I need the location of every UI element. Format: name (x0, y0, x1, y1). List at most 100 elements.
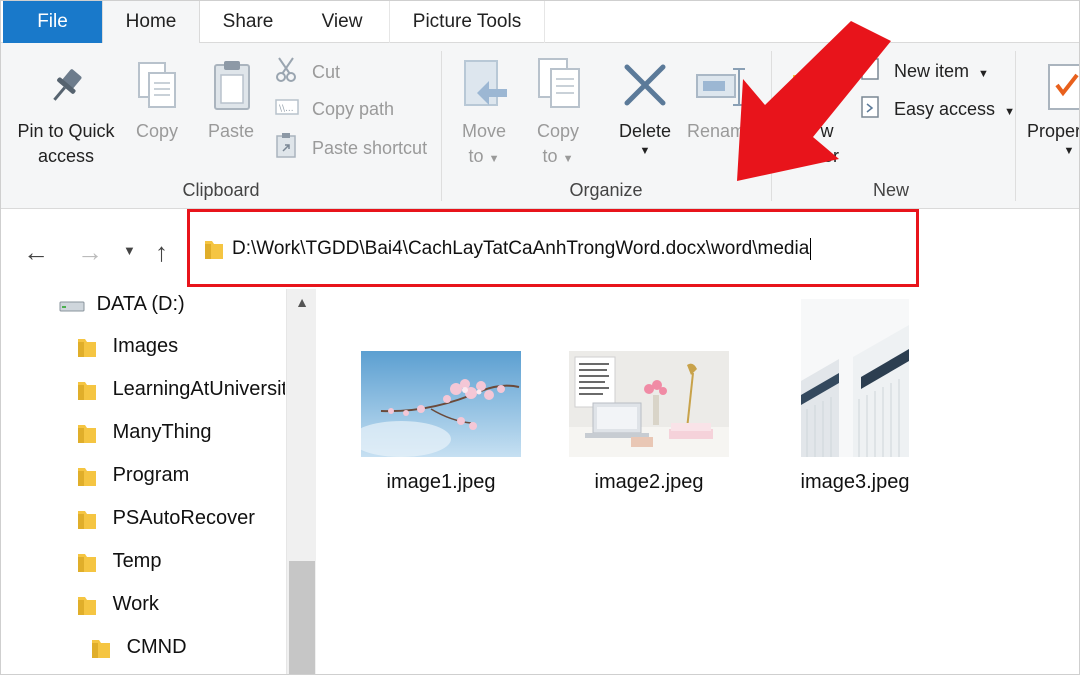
folder-icon (78, 381, 96, 400)
delete-x-icon (624, 64, 666, 106)
file-name: image3.jpeg (800, 471, 910, 493)
forward-arrow-icon[interactable]: → (77, 237, 103, 268)
tree-item-work[interactable]: Work (77, 589, 285, 619)
navigation-bar: ← → ▼ ↑ D:\Work\TGDD\Bai4\CachLayTatCaAn… (1, 209, 1079, 289)
chevron-down-icon: ▼ (1063, 145, 1075, 157)
copy-path-icon: \\... (275, 95, 299, 125)
recent-locations-chevron-icon[interactable]: ▼ (123, 243, 136, 258)
scroll-up-icon[interactable]: ▲ (287, 289, 317, 317)
new-folder-label-line1: w (820, 121, 834, 141)
copy-path-button[interactable]: \\... Copy path (275, 94, 394, 124)
easy-access-icon (859, 94, 883, 127)
folder-icon (78, 338, 96, 357)
navigation-pane: DATA (D:) Images LearningAtUniversity Ma… (1, 289, 317, 674)
folder-icon (78, 467, 96, 486)
folder-icon (78, 424, 96, 443)
tree-item-learning[interactable]: LearningAtUniversity (77, 374, 285, 404)
copy-path-label: Copy path (312, 99, 395, 119)
file-explorer-window: File Home Share View Picture Tools Pin t… (0, 0, 1080, 675)
chevron-down-icon: ▼ (488, 153, 500, 165)
nav-pane-scrollbar[interactable]: ▲ (286, 289, 317, 674)
move-to-icon (464, 60, 507, 106)
new-folder-label-line2: der (812, 146, 839, 166)
tree-item-label: Work (112, 593, 159, 615)
folder-icon (78, 596, 96, 615)
tree-item-images[interactable]: Images (77, 331, 285, 361)
copy-to-icon (538, 58, 580, 108)
folder-icon (78, 553, 96, 572)
tree-item-label: LearningAtUniversity (112, 378, 285, 400)
tree-item-label: PSAutoRecover (112, 507, 255, 529)
ribbon: Pin to Quick access Copy Paste Cut \\...… (1, 43, 1080, 209)
chevron-down-icon: ▼ (978, 68, 989, 81)
up-arrow-icon[interactable]: ↑ (155, 237, 168, 268)
easy-access-button[interactable]: Easy access ▼ (859, 94, 1015, 124)
back-arrow-icon[interactable]: ← (23, 237, 49, 268)
ribbon-tab-bar: File Home Share View Picture Tools (1, 1, 1079, 44)
rename-label: Renam (687, 121, 746, 141)
paste-shortcut-icon (275, 132, 299, 167)
cut-button[interactable]: Cut (275, 56, 340, 86)
clipboard-group-label: Clipboard (182, 180, 260, 200)
tree-item-data-drive[interactable]: DATA (D:) (59, 289, 285, 319)
scrollbar-thumb[interactable] (289, 561, 315, 674)
tab-file[interactable]: File (3, 1, 102, 43)
drive-icon (59, 301, 85, 312)
tree-item-temp[interactable]: Temp (77, 546, 285, 576)
svg-text:\\...: \\... (279, 104, 294, 114)
new-group-label: New (872, 180, 909, 200)
tree-item-psautorecover[interactable]: PSAutoRecover (77, 503, 285, 533)
paste-label: Paste (207, 121, 255, 141)
tab-view[interactable]: View (295, 1, 389, 43)
new-item-label: New item (894, 61, 970, 82)
tree-item-manything[interactable]: ManyThing (77, 417, 285, 447)
tree-item-label: Program (112, 464, 190, 486)
rename-icon (696, 68, 745, 106)
chevron-down-icon: ▼ (639, 145, 651, 157)
chevron-down-icon: ▼ (1004, 106, 1015, 119)
file-item-image1[interactable]: image1.jpeg (361, 351, 521, 501)
address-highlight-box: D:\Work\TGDD\Bai4\CachLayTatCaAnhTrongWo… (187, 209, 919, 287)
move-to-label-line2: to ▼ (468, 146, 500, 166)
properties-label: Proper (1027, 121, 1080, 141)
address-bar[interactable]: D:\Work\TGDD\Bai4\CachLayTatCaAnhTrongWo… (202, 232, 902, 268)
paste-shortcut-label: Paste shortcut (312, 138, 428, 159)
pin-icon (53, 69, 82, 101)
file-name: image1.jpeg (386, 471, 496, 493)
tree-item-cmnd[interactable]: CMND (91, 632, 285, 662)
paste-icon (214, 61, 250, 110)
tab-picture-tools[interactable]: Picture Tools (389, 1, 545, 43)
group-divider (771, 51, 772, 201)
easy-access-label: Easy access (894, 99, 996, 120)
address-path[interactable]: D:\Work\TGDD\Bai4\CachLayTatCaAnhTrongWo… (232, 238, 812, 260)
folder-icon (205, 241, 223, 259)
new-folder-icon (793, 75, 829, 101)
new-item-button[interactable]: New item ▼ (859, 55, 989, 86)
group-divider (441, 51, 442, 201)
tree-item-label: DATA (D:) (96, 293, 185, 315)
chevron-down-icon: ▼ (562, 153, 574, 165)
image3-thumbnail (801, 299, 909, 457)
group-divider (1015, 51, 1016, 201)
cut-label: Cut (312, 62, 341, 83)
copy-label: Copy (135, 121, 179, 141)
file-name: image2.jpeg (594, 471, 704, 493)
properties-icon (1048, 64, 1079, 110)
pin-label-line2: access (37, 146, 95, 166)
tree-item-label: ManyThing (112, 421, 212, 443)
file-item-image2[interactable]: image2.jpeg (569, 351, 729, 501)
image1-thumbnail (361, 351, 521, 457)
file-item-image3[interactable]: image3.jpeg (801, 299, 911, 501)
folder-icon (92, 639, 110, 658)
tab-share[interactable]: Share (201, 1, 295, 43)
paste-shortcut-button[interactable]: Paste shortcut (275, 132, 427, 162)
organize-group-label: Organize (569, 180, 643, 200)
tab-home[interactable]: Home (102, 1, 200, 44)
tree-item-label: Images (112, 335, 179, 357)
copy-to-label-line1: Copy (536, 121, 580, 141)
text-caret (810, 238, 812, 260)
image2-thumbnail (569, 351, 729, 457)
tree-item-program[interactable]: Program (77, 460, 285, 490)
move-to-label-line1: Move (461, 121, 506, 141)
delete-label: Delete (618, 121, 672, 141)
